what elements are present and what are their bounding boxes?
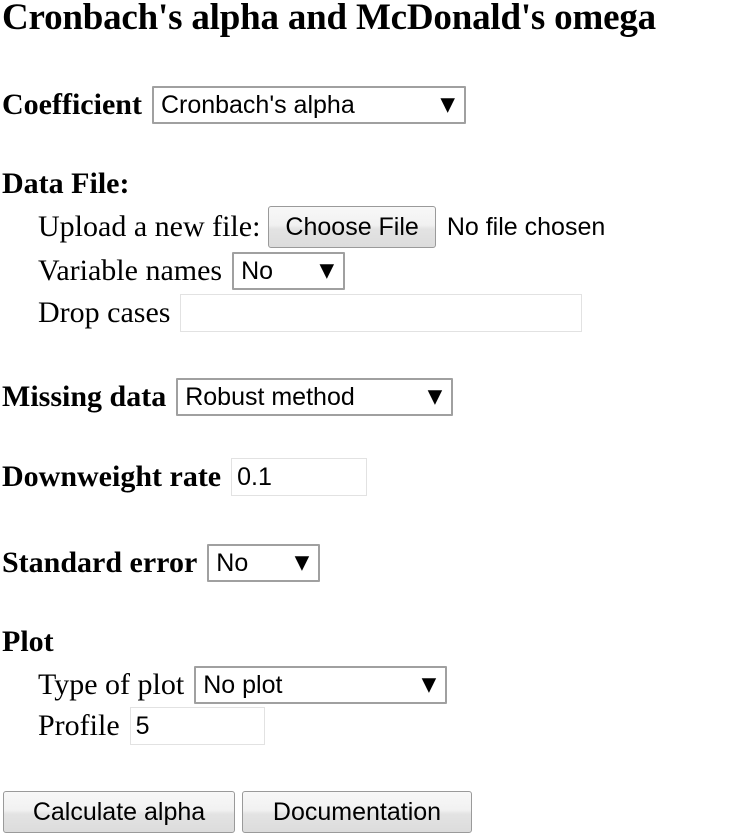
chevron-down-icon: ▼: [427, 385, 443, 408]
missing-data-label: Missing data: [2, 380, 167, 413]
drop-cases-row: Drop cases: [38, 294, 583, 332]
plot-heading: Plot: [2, 625, 54, 658]
variable-names-select-value: No: [241, 257, 274, 285]
chevron-down-icon: ▼: [294, 551, 310, 574]
standard-error-label: Standard error: [2, 546, 198, 579]
downweight-rate-input[interactable]: 0.1: [231, 458, 368, 496]
profile-row: Profile 5: [38, 707, 265, 745]
variable-names-label: Variable names: [38, 254, 223, 287]
coefficient-label: Coefficient: [2, 88, 142, 121]
standard-error-select-value: No: [216, 549, 249, 577]
profile-input[interactable]: 5: [129, 707, 265, 745]
type-of-plot-select[interactable]: No plot ▼: [194, 666, 448, 704]
action-buttons: Calculate alpha Documentation: [3, 791, 472, 833]
standard-error-row: Standard error No ▼: [2, 544, 321, 582]
form-page: Cronbach's alpha and McDonald's omega Co…: [0, 0, 744, 836]
drop-cases-label: Drop cases: [38, 296, 171, 329]
downweight-rate-row: Downweight rate 0.1: [2, 458, 368, 496]
profile-label: Profile: [38, 709, 120, 742]
choose-file-button[interactable]: Choose File: [268, 206, 436, 248]
missing-data-select-value: Robust method: [185, 383, 355, 411]
coefficient-select[interactable]: Cronbach's alpha ▼: [151, 86, 466, 124]
type-of-plot-select-value: No plot: [203, 671, 283, 699]
calculate-alpha-button[interactable]: Calculate alpha: [3, 791, 235, 833]
chevron-down-icon: ▼: [319, 259, 335, 282]
standard-error-select[interactable]: No ▼: [207, 544, 321, 582]
page-title: Cronbach's alpha and McDonald's omega: [2, 0, 656, 38]
chevron-down-icon: ▼: [421, 673, 437, 696]
type-of-plot-row: Type of plot No plot ▼: [38, 666, 448, 704]
upload-file-row: Upload a new file: Choose File No file c…: [38, 206, 605, 248]
upload-file-label: Upload a new file:: [38, 210, 261, 243]
variable-names-select[interactable]: No ▼: [232, 252, 346, 290]
downweight-rate-label: Downweight rate: [2, 460, 222, 493]
missing-data-row: Missing data Robust method ▼: [2, 378, 454, 416]
coefficient-select-value: Cronbach's alpha: [160, 91, 355, 119]
chevron-down-icon: ▼: [440, 93, 455, 116]
data-file-heading: Data File:: [2, 167, 130, 200]
coefficient-row: Coefficient Cronbach's alpha ▼: [2, 86, 466, 124]
file-status-text: No file chosen: [446, 213, 606, 241]
documentation-button[interactable]: Documentation: [242, 791, 472, 833]
drop-cases-input[interactable]: [180, 294, 583, 332]
missing-data-select[interactable]: Robust method ▼: [176, 378, 454, 416]
variable-names-row: Variable names No ▼: [38, 252, 346, 290]
type-of-plot-label: Type of plot: [38, 668, 185, 701]
